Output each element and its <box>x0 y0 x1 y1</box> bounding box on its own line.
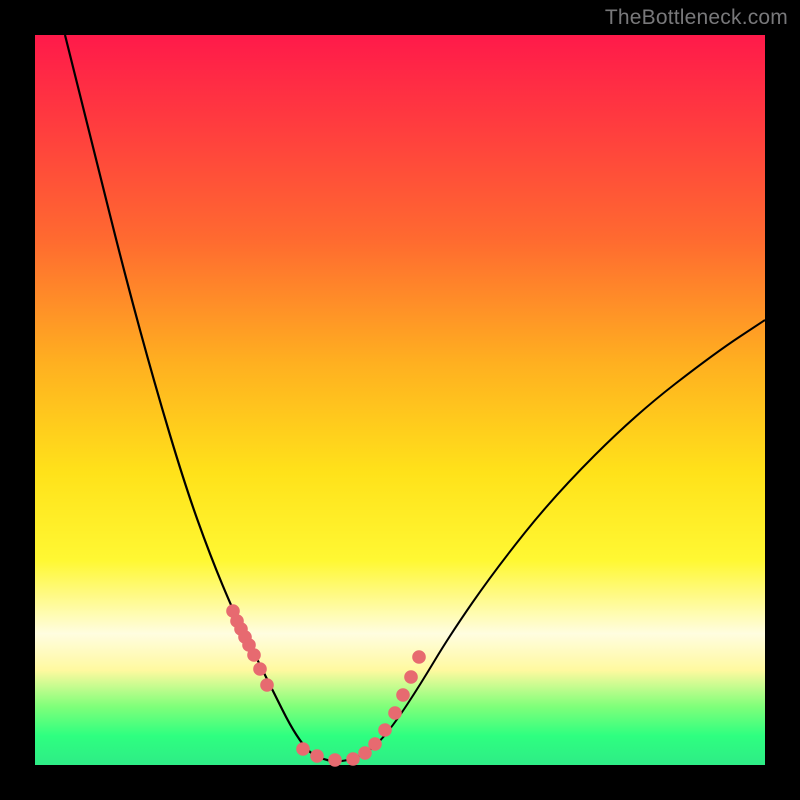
data-point <box>412 650 426 664</box>
scatter-group <box>226 604 426 767</box>
data-point <box>378 723 392 737</box>
data-point <box>328 753 342 767</box>
data-point <box>404 670 418 684</box>
data-point <box>396 688 410 702</box>
data-point <box>368 737 382 751</box>
left-curve <box>65 35 335 762</box>
data-point <box>247 648 261 662</box>
data-point <box>260 678 274 692</box>
plot-area <box>35 35 765 765</box>
data-point <box>346 752 360 766</box>
data-point <box>388 706 402 720</box>
data-point <box>296 742 310 756</box>
data-point <box>253 662 267 676</box>
watermark-text: TheBottleneck.com <box>605 6 788 30</box>
curve-svg <box>35 35 765 765</box>
chart-container: TheBottleneck.com <box>0 0 800 800</box>
data-point <box>310 749 324 763</box>
